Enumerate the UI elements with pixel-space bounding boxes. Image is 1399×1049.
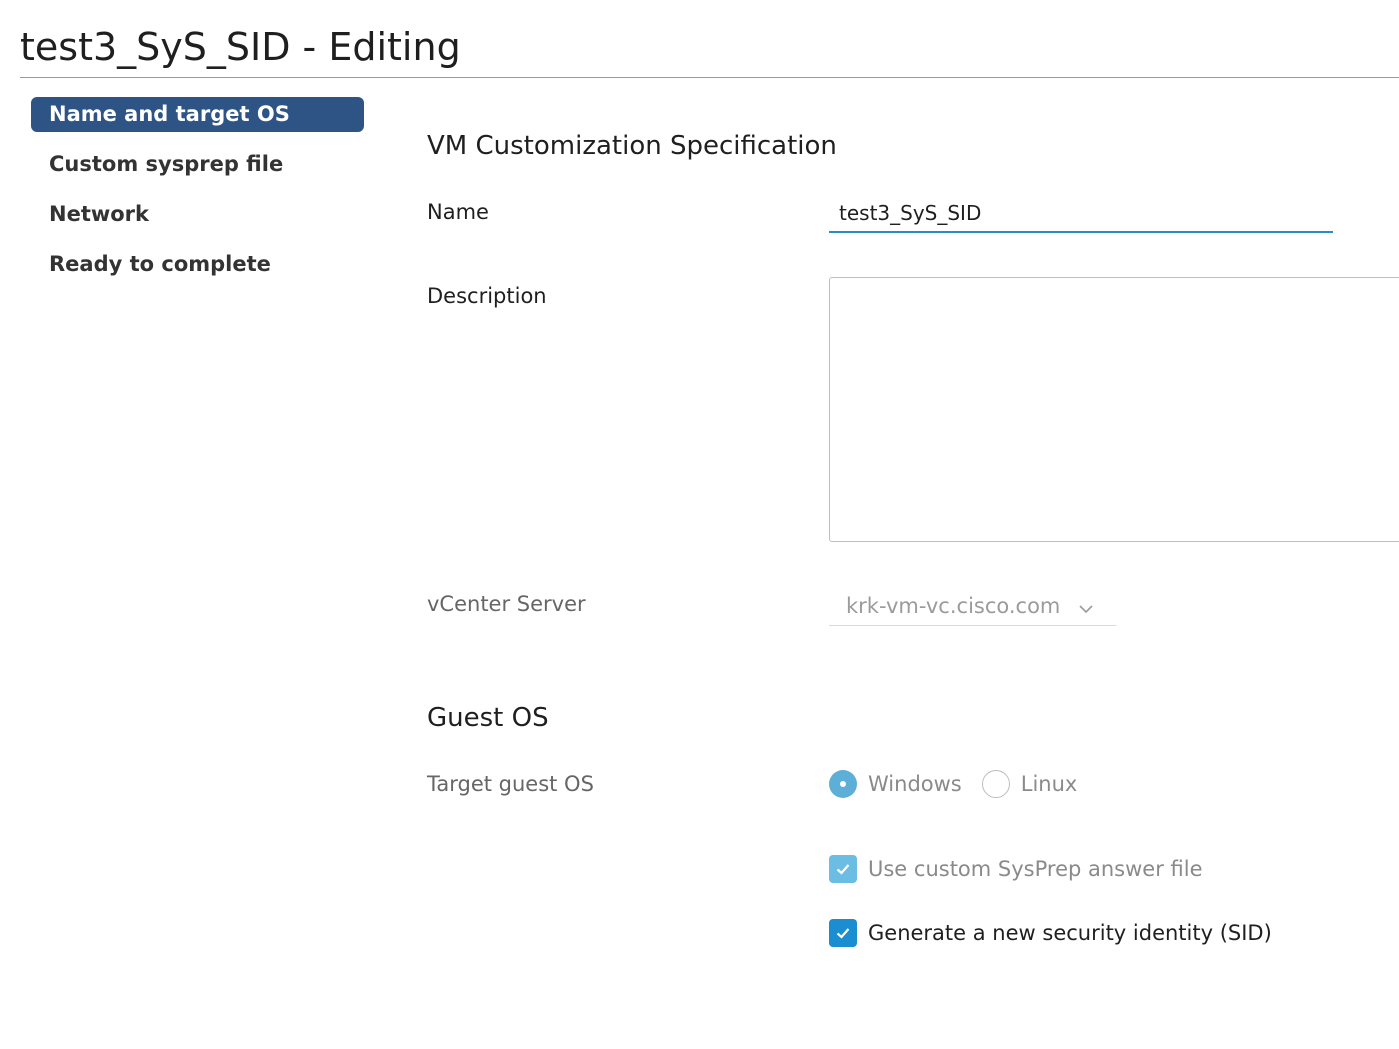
vcenter-server-label: vCenter Server xyxy=(427,592,586,616)
use-custom-sysprep-checkbox-row: Use custom SysPrep answer file xyxy=(829,855,1203,883)
radio-windows[interactable] xyxy=(829,770,857,798)
generate-sid-checkbox-row: Generate a new security identity (SID) xyxy=(829,919,1272,947)
checkmark-icon xyxy=(836,928,850,939)
title-divider xyxy=(20,77,1399,78)
page-title: test3_SyS_SID - Editing xyxy=(20,25,461,69)
target-guest-os-label: Target guest OS xyxy=(427,772,594,796)
checkmark-icon xyxy=(836,864,850,875)
generate-sid-checkbox[interactable] xyxy=(829,919,857,947)
radio-linux[interactable] xyxy=(981,770,1010,798)
step-custom-sysprep-file[interactable]: Custom sysprep file xyxy=(31,147,364,182)
radio-linux-label[interactable]: Linux xyxy=(1021,772,1078,796)
radio-windows-label[interactable]: Windows xyxy=(868,772,962,796)
step-name-and-target-os[interactable]: Name and target OS xyxy=(31,97,364,132)
description-label: Description xyxy=(427,284,547,308)
name-input[interactable] xyxy=(829,195,1333,233)
wizard-steps-nav: Name and target OS Custom sysprep file N… xyxy=(31,97,364,297)
section-title-guest-os: Guest OS xyxy=(427,703,549,733)
vcenter-server-select[interactable]: krk-vm-vc.cisco.com xyxy=(829,586,1116,626)
vcenter-server-selected-value: krk-vm-vc.cisco.com xyxy=(846,593,1061,618)
target-guest-os-radio-group: Windows Linux xyxy=(829,770,1097,798)
step-network[interactable]: Network xyxy=(31,197,364,232)
section-title-vm-customization: VM Customization Specification xyxy=(427,131,837,161)
use-custom-sysprep-checkbox[interactable] xyxy=(829,855,857,883)
use-custom-sysprep-label[interactable]: Use custom SysPrep answer file xyxy=(868,857,1203,881)
chevron-down-icon xyxy=(1078,598,1094,614)
description-textarea[interactable] xyxy=(829,277,1399,542)
name-label: Name xyxy=(427,200,489,224)
step-ready-to-complete[interactable]: Ready to complete xyxy=(31,247,364,282)
generate-sid-label[interactable]: Generate a new security identity (SID) xyxy=(868,921,1272,945)
